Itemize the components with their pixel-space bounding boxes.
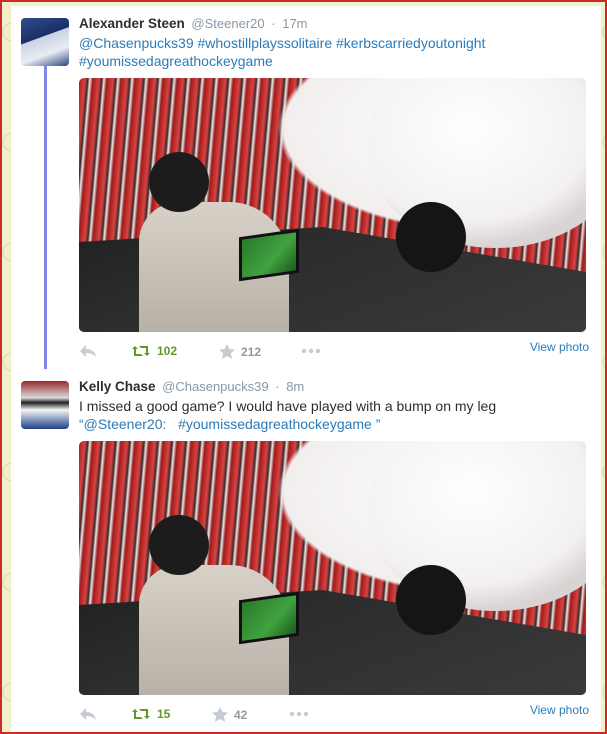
separator-dot: · bbox=[271, 16, 276, 31]
tweet-photo[interactable] bbox=[79, 78, 586, 332]
retweet-button[interactable]: 102 bbox=[131, 344, 177, 358]
favorite-star-icon bbox=[219, 344, 235, 359]
tweet-actions: 15 42 View photo bbox=[79, 703, 589, 727]
reply-icon bbox=[80, 708, 96, 720]
tweet-photo[interactable] bbox=[79, 441, 586, 695]
reply-button[interactable] bbox=[79, 707, 97, 721]
retweet-icon bbox=[132, 709, 150, 719]
retweet-icon bbox=[132, 346, 150, 356]
reply-icon bbox=[80, 345, 96, 357]
author-name[interactable]: Alexander Steen bbox=[79, 16, 185, 31]
photo-cap bbox=[396, 202, 466, 272]
photo-cap bbox=[396, 565, 466, 635]
quoted-mention-link[interactable]: @Steener20: bbox=[84, 416, 167, 432]
tweet-2[interactable]: Kelly Chase @Chasenpucks39 · 8m I missed… bbox=[11, 369, 601, 734]
author-handle[interactable]: @Steener20 bbox=[191, 16, 264, 31]
photo-head bbox=[149, 515, 209, 575]
quote-close: ” bbox=[371, 416, 381, 432]
tweet-actions: 102 212 View photo bbox=[79, 340, 589, 364]
avatar[interactable] bbox=[21, 18, 69, 66]
tweet-thread: Alexander Steen @Steener20 · 17m @Chasen… bbox=[11, 6, 601, 734]
tweet-text-links[interactable]: @Chasenpucks39 #whostillplayssolitaire #… bbox=[79, 35, 485, 51]
quoted-hashtag-link[interactable]: #youmissedagreathockeygame bbox=[178, 416, 372, 432]
retweet-count: 102 bbox=[157, 344, 178, 358]
more-button[interactable] bbox=[289, 711, 309, 717]
separator-dot: · bbox=[275, 379, 280, 394]
more-dots-icon bbox=[301, 348, 321, 354]
author-handle[interactable]: @Chasenpucks39 bbox=[162, 379, 268, 394]
timestamp[interactable]: 8m bbox=[286, 379, 304, 394]
favorite-button[interactable]: 212 bbox=[219, 344, 261, 359]
avatar[interactable] bbox=[21, 381, 69, 429]
reply-button[interactable] bbox=[79, 344, 97, 358]
tweet-body-text: I missed a good game? I would have playe… bbox=[79, 398, 497, 414]
favorite-star-icon bbox=[212, 707, 228, 722]
tweet-text: I missed a good game? I would have playe… bbox=[79, 397, 589, 433]
favorite-count: 42 bbox=[234, 707, 248, 722]
tweet-text: @Chasenpucks39 #whostillplayssolitaire #… bbox=[79, 34, 589, 70]
tweet-header: Kelly Chase @Chasenpucks39 · 8m bbox=[79, 379, 304, 394]
tweet-header: Alexander Steen @Steener20 · 17m bbox=[79, 16, 308, 31]
author-name[interactable]: Kelly Chase bbox=[79, 379, 156, 394]
view-photo-link[interactable]: View photo bbox=[530, 340, 589, 354]
more-dots-icon bbox=[289, 711, 309, 717]
view-photo-link[interactable]: View photo bbox=[530, 703, 589, 717]
timestamp[interactable]: 17m bbox=[282, 16, 307, 31]
favorite-count: 212 bbox=[241, 344, 262, 359]
photo-laptop bbox=[239, 228, 299, 282]
hashtag-link[interactable]: #youmissedagreathockeygame bbox=[79, 53, 273, 69]
photo-head bbox=[149, 152, 209, 212]
photo-laptop bbox=[239, 591, 299, 645]
favorite-button[interactable]: 42 bbox=[212, 707, 247, 722]
retweet-button[interactable]: 15 bbox=[131, 707, 170, 721]
tweet-1[interactable]: Alexander Steen @Steener20 · 17m @Chasen… bbox=[11, 6, 601, 371]
retweet-count: 15 bbox=[157, 707, 171, 721]
more-button[interactable] bbox=[301, 348, 321, 354]
